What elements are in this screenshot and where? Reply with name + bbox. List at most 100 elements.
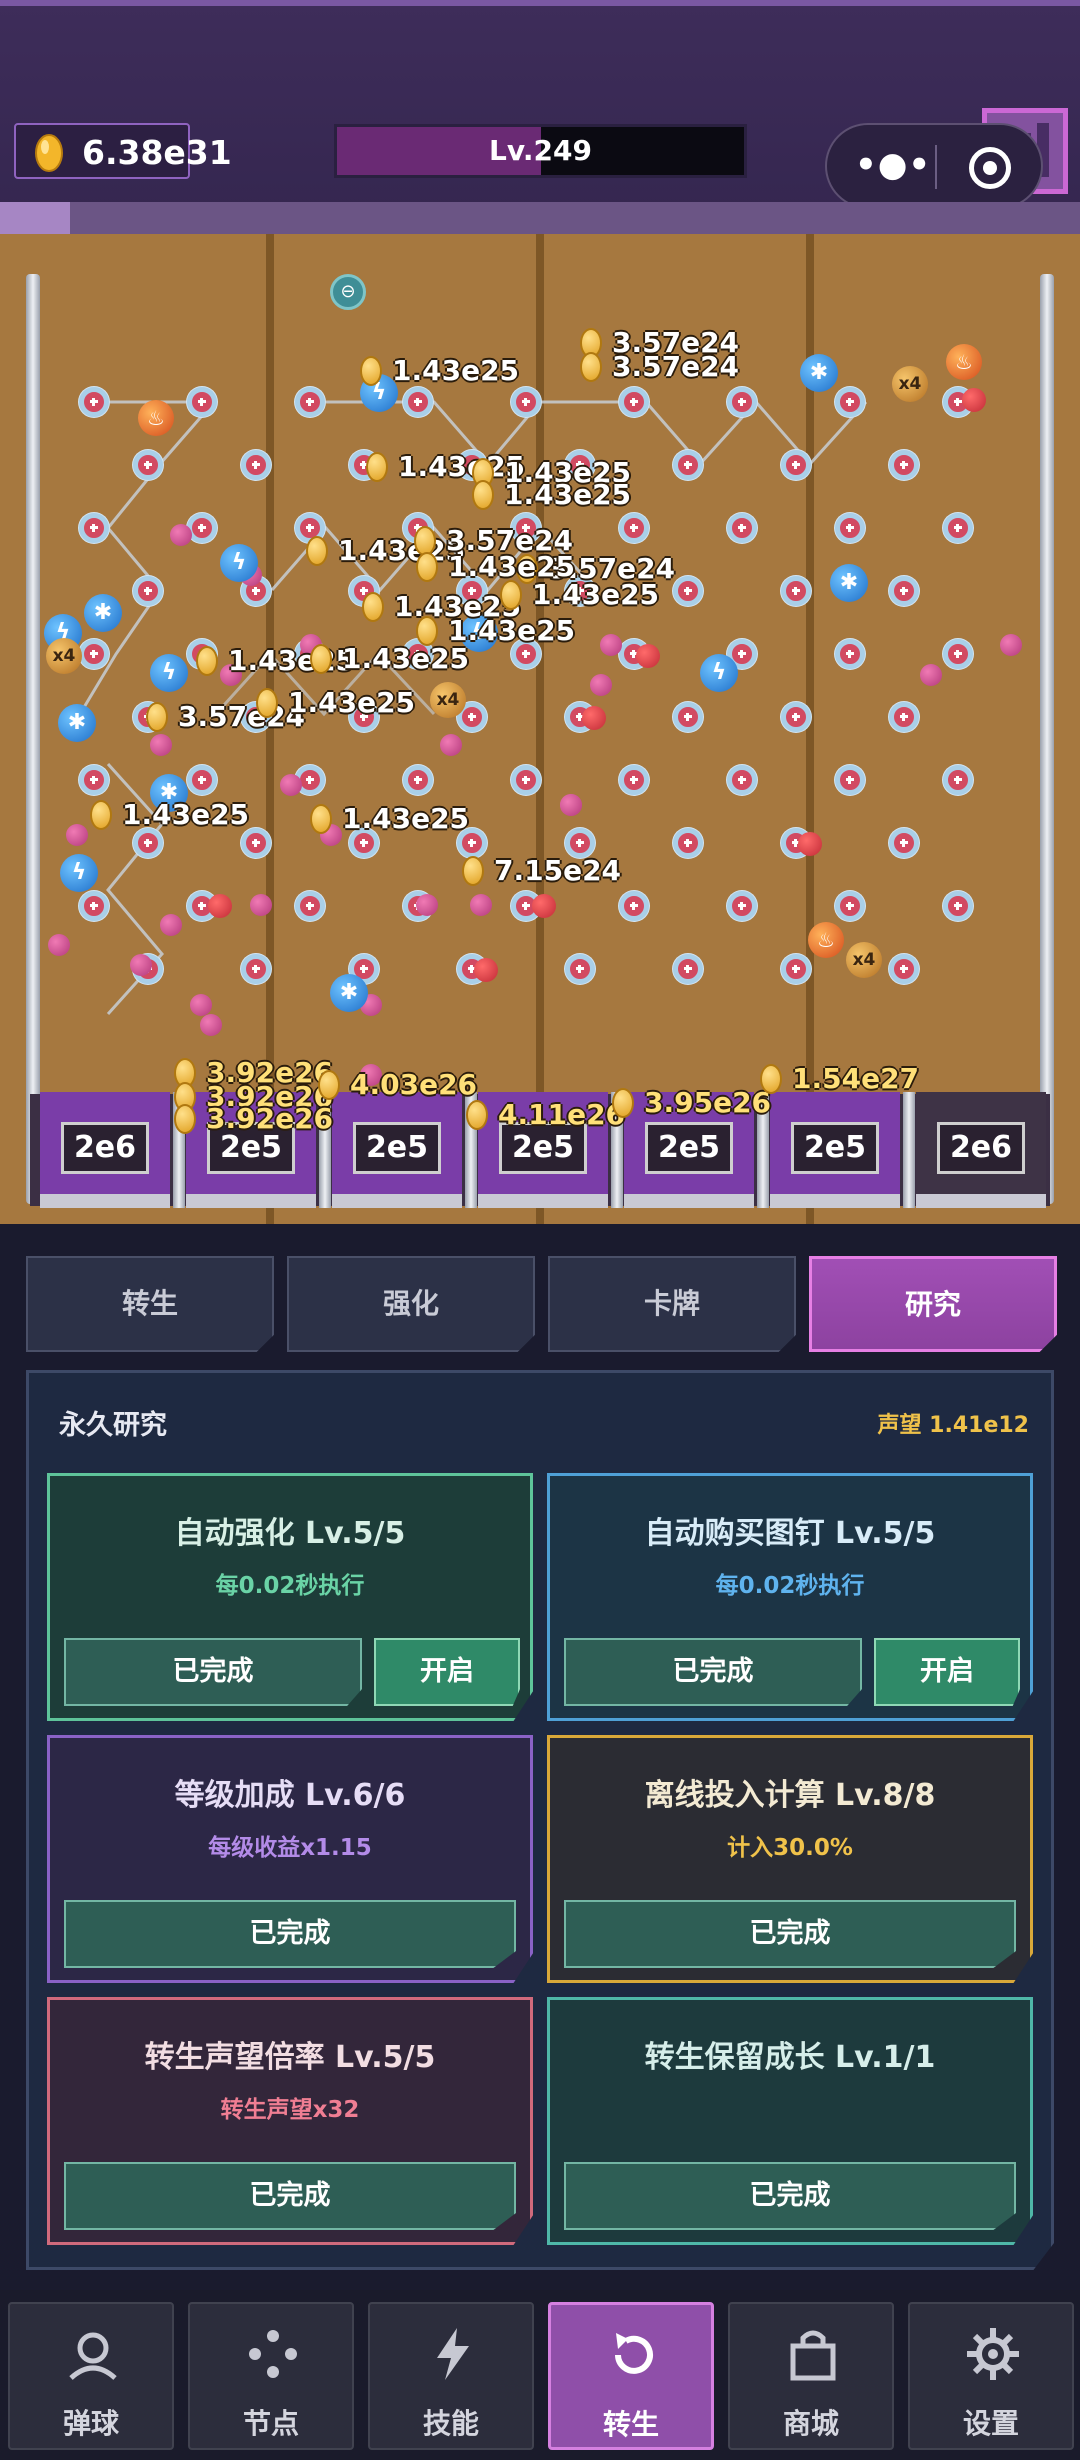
peg: [79, 387, 109, 417]
stage-progress-bar: [0, 202, 1080, 234]
research-card: 转生声望倍率 Lv.5/5 转生声望x32 已完成: [47, 1997, 533, 2245]
reward-value: 1.43e25: [392, 354, 520, 387]
peg: [79, 639, 109, 669]
slot-6: 2e5: [770, 1092, 900, 1208]
nav-label: 技能: [422, 2407, 479, 2440]
slot-3: 2e5: [332, 1092, 462, 1208]
nav-4[interactable]: 转生: [548, 2302, 714, 2450]
reward-value: 1.43e25: [342, 642, 470, 675]
completed-button[interactable]: 已完成: [564, 2162, 1016, 2230]
peg: [565, 954, 595, 984]
slot-divider: [903, 1092, 915, 1208]
nav-2[interactable]: 节点: [188, 2302, 354, 2450]
coin-icon: [362, 592, 384, 622]
peg: [673, 576, 703, 606]
pink-ball: [130, 954, 152, 976]
nav-label: 弹球: [62, 2407, 119, 2440]
nav-6[interactable]: 设置: [908, 2302, 1074, 2450]
pink-ball: [590, 674, 612, 696]
blue-ball: ✱: [800, 354, 838, 392]
peg: [673, 828, 703, 858]
card-subtitle: 每0.02秒执行: [215, 1573, 365, 1599]
tab-3[interactable]: 卡牌: [548, 1256, 796, 1352]
completed-button[interactable]: 已完成: [564, 1638, 862, 1706]
coin-icon: [196, 646, 218, 676]
enable-toggle-button[interactable]: 开启: [874, 1638, 1020, 1706]
reward-value: 3.92e26: [206, 1102, 334, 1135]
pink-ball: [190, 994, 212, 1016]
peg: [619, 513, 649, 543]
coin-icon: [310, 644, 332, 674]
reward-value: 1.43e25: [228, 644, 356, 677]
slot-value: 2e5: [791, 1122, 879, 1174]
tab-1[interactable]: 转生: [26, 1256, 274, 1352]
pink-ball: [200, 1014, 222, 1036]
peg: [511, 765, 541, 795]
stage-progress-fill: [0, 202, 71, 234]
peg: [943, 639, 973, 669]
completed-button[interactable]: 已完成: [64, 1638, 362, 1706]
bottom-nav: 弹球 节点 技能 转生 商城 设置: [0, 2290, 1080, 2460]
coin-icon: [318, 1070, 340, 1100]
pink-ball: [920, 664, 942, 686]
pink-ball: [280, 774, 302, 796]
blue-ball: ϟ: [700, 654, 738, 692]
peg: [835, 387, 865, 417]
more-menu-button[interactable]: •●•: [855, 145, 931, 185]
tab-2[interactable]: 强化: [287, 1256, 535, 1352]
nav-label: 商城: [782, 2407, 839, 2440]
card-subtitle: 每0.02秒执行: [715, 1573, 865, 1599]
peg: [295, 891, 325, 921]
coin-icon: [366, 452, 388, 482]
red-ball: [582, 706, 606, 730]
slot-value: 2e6: [937, 1122, 1025, 1174]
blue-ball: ϟ: [220, 544, 258, 582]
nav-label: 节点: [242, 2407, 299, 2440]
reward-value: 1.43e25: [532, 578, 660, 611]
pink-ball: [160, 914, 182, 936]
coin-icon: [466, 1100, 488, 1130]
peg: [889, 954, 919, 984]
peg: [241, 828, 271, 858]
completed-button[interactable]: 已完成: [64, 1900, 516, 1968]
tab-4[interactable]: 研究: [809, 1256, 1057, 1352]
peg: [943, 513, 973, 543]
nav-3[interactable]: 技能: [368, 2302, 534, 2450]
nav-label: 转生: [602, 2408, 659, 2441]
peg: [619, 387, 649, 417]
nav-1[interactable]: 弹球: [8, 2302, 174, 2450]
nav-5[interactable]: 商城: [728, 2302, 894, 2450]
pachinko-board[interactable]: ϟ✱ϟ✱ϟ✱ϟ✱ϟ✱ϟ✱ϟ✱ϟ♨♨♨x4x4x4x4⊖ 2e62e52e52e5…: [0, 234, 1080, 1224]
rebirth-icon: [615, 2333, 653, 2374]
peg: [295, 387, 325, 417]
completed-button[interactable]: 已完成: [64, 2162, 516, 2230]
x4-ball: x4: [46, 638, 82, 674]
peg: [781, 702, 811, 732]
slot-base: [186, 1194, 316, 1208]
peg: [79, 513, 109, 543]
reward-value: 4.03e26: [350, 1068, 478, 1101]
peg: [403, 387, 433, 417]
coin-icon: [580, 352, 602, 382]
red-ball: [962, 388, 986, 412]
coin-icon: [90, 800, 112, 830]
ball-icon: [69, 2332, 117, 2380]
reward-value: 7.15e24: [494, 854, 622, 887]
peg: [619, 765, 649, 795]
red-ball: [208, 894, 232, 918]
completed-button[interactable]: 已完成: [564, 1900, 1016, 1968]
gear-icon: [967, 2328, 1019, 2380]
peg: [673, 702, 703, 732]
peg: [835, 765, 865, 795]
peg: [241, 450, 271, 480]
peg: [943, 891, 973, 921]
coin-counter: 6.38e31: [14, 123, 232, 179]
peg: [187, 765, 217, 795]
pink-ball: [1000, 634, 1022, 656]
enable-toggle-button[interactable]: 开启: [374, 1638, 520, 1706]
reward-value: 3.57e24: [612, 350, 740, 383]
peg: [835, 639, 865, 669]
peg: [781, 450, 811, 480]
close-target-button[interactable]: [969, 147, 1011, 189]
coin-icon: [472, 480, 494, 510]
